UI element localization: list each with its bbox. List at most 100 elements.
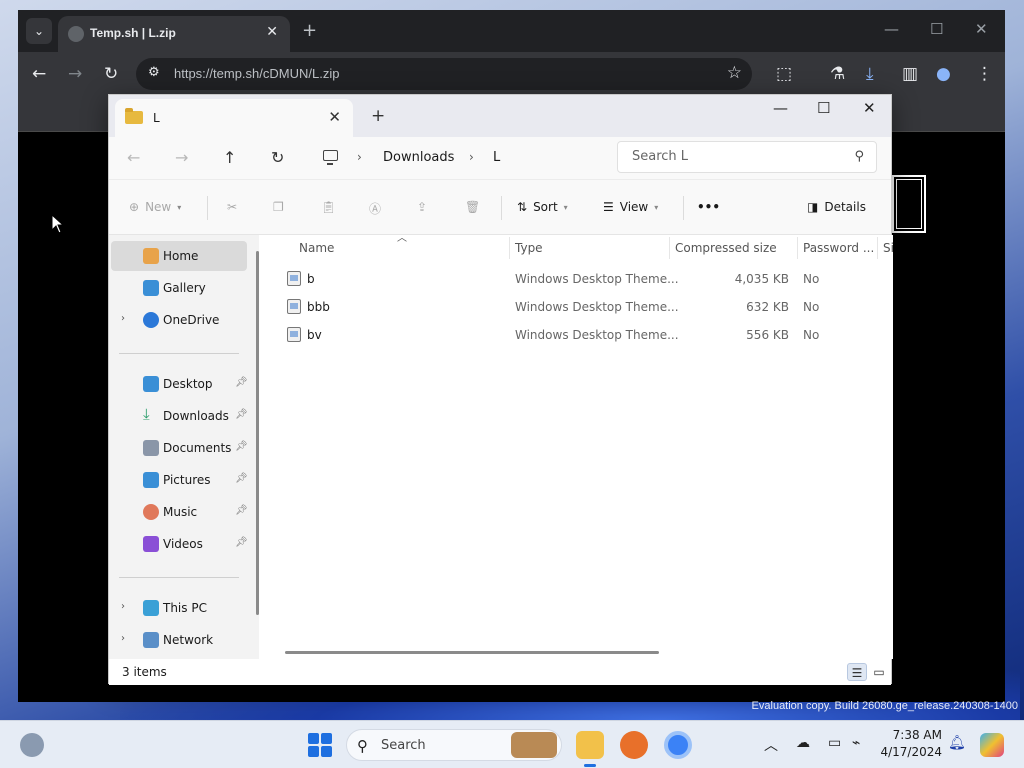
url-text[interactable]: https://temp.sh/cDMUN/L.zip	[174, 66, 339, 81]
sort-button[interactable]: ⇅ Sort ▾	[517, 200, 568, 214]
chrome-icon[interactable]	[664, 731, 692, 759]
minimize-icon[interactable]: —	[884, 20, 899, 38]
close-tab-icon[interactable]: ✕	[328, 108, 341, 126]
explorer-tab[interactable]: L ✕	[115, 99, 353, 137]
column-header-type[interactable]: Type	[515, 241, 543, 255]
weather-widget-icon[interactable]	[20, 733, 44, 757]
maximize-icon[interactable]: ☐	[930, 20, 943, 38]
maximize-icon[interactable]: ☐	[817, 99, 830, 117]
bookmark-star-icon[interactable]: ☆	[727, 63, 742, 83]
file-explorer-taskbar-icon[interactable]	[576, 731, 604, 767]
share-icon[interactable]: ⇪	[417, 200, 427, 214]
copy-icon[interactable]: ❐	[273, 200, 284, 214]
chevron-right-icon[interactable]: ›	[357, 150, 362, 164]
chevron-right-icon[interactable]: ›	[121, 313, 125, 324]
sidebar-item-music[interactable]: Music 📌︎	[111, 497, 248, 527]
divider	[207, 196, 208, 220]
details-button[interactable]: ◨ Details	[807, 200, 866, 214]
item-count: 3 items	[122, 665, 167, 679]
windows-logo-tile	[308, 746, 319, 757]
breadcrumb-l[interactable]: L	[493, 150, 500, 165]
extensions-icon[interactable]: ⬚	[776, 64, 792, 84]
new-tab-button[interactable]: +	[302, 20, 317, 41]
sidebar-item-documents[interactable]: Documents 📌︎	[111, 433, 248, 463]
sidebar-item-desktop[interactable]: Desktop 📌︎	[111, 369, 248, 399]
chevron-up-icon[interactable]: ︿	[764, 735, 778, 755]
network-status-icon[interactable]: ⌁	[852, 735, 860, 751]
firefox-icon[interactable]	[620, 731, 648, 759]
network-icon	[143, 632, 159, 648]
column-divider[interactable]	[797, 237, 798, 259]
column-divider[interactable]	[669, 237, 670, 259]
close-window-icon[interactable]: ✕	[975, 20, 988, 38]
column-header-password[interactable]: Password ...	[803, 241, 874, 255]
rename-icon[interactable]: Ⓐ	[369, 200, 381, 217]
breadcrumb-downloads[interactable]: Downloads	[383, 150, 454, 165]
file-size: 556 KB	[746, 328, 789, 342]
column-header-name[interactable]: Name	[299, 241, 334, 255]
file-row[interactable]: b Windows Desktop Theme... 4,035 KB No	[267, 265, 893, 293]
minimize-icon[interactable]: —	[773, 99, 788, 117]
file-size: 632 KB	[746, 300, 789, 314]
notification-bell-icon[interactable]: 🔔︎	[948, 735, 966, 751]
cloud-offline-icon[interactable]: ☁	[796, 735, 810, 751]
file-row[interactable]: bv Windows Desktop Theme... 556 KB No	[267, 321, 893, 349]
copilot-icon[interactable]	[980, 733, 1004, 757]
tiles-view-icon[interactable]: ▭	[869, 663, 889, 681]
address-bar[interactable]: ⚙ https://temp.sh/cDMUN/L.zip ☆	[136, 58, 752, 90]
browser-tab[interactable]: Temp.sh | L.zip ✕	[58, 16, 290, 52]
display-icon[interactable]: ▭	[828, 735, 841, 751]
sidebar-item-videos[interactable]: Videos 📌︎	[111, 529, 248, 559]
taskbar-search[interactable]: ⚲ Search	[346, 729, 562, 761]
sidebar-scrollbar[interactable]	[256, 251, 259, 615]
sidebar-item-onedrive[interactable]: › OneDrive	[111, 305, 247, 335]
sidebar-item-home[interactable]: Home	[111, 241, 247, 271]
cut-icon[interactable]: ✂	[227, 200, 237, 214]
breadcrumb[interactable]: › Downloads › L	[315, 142, 609, 174]
back-icon[interactable]: ←	[32, 64, 46, 84]
chevron-right-icon[interactable]: ›	[121, 633, 125, 644]
side-panel-icon[interactable]: ▥	[902, 64, 918, 84]
horizontal-scrollbar[interactable]	[285, 651, 659, 654]
tab-search-button[interactable]: ⌄	[26, 18, 52, 44]
clock-time: 7:38 AM	[892, 728, 942, 742]
column-header-size[interactable]: Si	[883, 241, 894, 255]
windows-logo-tile	[308, 733, 319, 744]
new-button[interactable]: ⊕ New ▾	[129, 200, 181, 214]
view-button[interactable]: ☰ View ▾	[603, 200, 658, 214]
site-info-icon[interactable]: ⚙	[148, 65, 160, 80]
forward-icon[interactable]: →	[68, 64, 82, 84]
menu-icon[interactable]: ⋮	[976, 64, 993, 84]
close-window-icon[interactable]: ✕	[863, 99, 876, 117]
chevron-right-icon[interactable]: ›	[469, 150, 474, 164]
back-icon[interactable]: ←	[127, 148, 140, 167]
sidebar-item-gallery[interactable]: Gallery	[111, 273, 247, 303]
system-clock[interactable]: 7:38 AM 4/17/2024	[880, 727, 942, 761]
search-input[interactable]: Search L ⚲	[617, 141, 877, 173]
details-view-icon[interactable]: ☰	[847, 663, 867, 681]
reload-icon[interactable]: ↻	[104, 64, 118, 84]
new-tab-button[interactable]: +	[371, 106, 385, 126]
close-tab-icon[interactable]: ✕	[266, 24, 278, 40]
forward-icon[interactable]: →	[175, 148, 188, 167]
more-options-button[interactable]: •••	[697, 200, 720, 214]
column-header-compressed-size[interactable]: Compressed size	[675, 241, 777, 255]
profile-icon[interactable]: ●	[936, 64, 951, 84]
file-row[interactable]: bbb Windows Desktop Theme... 632 KB No	[267, 293, 893, 321]
sidebar-item-network[interactable]: › Network	[111, 625, 247, 655]
paste-icon[interactable]: 📋︎	[321, 200, 336, 214]
globe-icon	[68, 26, 84, 42]
labs-icon[interactable]: ⚗	[830, 64, 845, 84]
sidebar-item-downloads[interactable]: ⤓ Downloads 📌︎	[111, 401, 248, 431]
sidebar-item-pictures[interactable]: Pictures 📌︎	[111, 465, 248, 495]
sidebar-item-this-pc[interactable]: › This PC	[111, 593, 247, 623]
refresh-icon[interactable]: ↻	[271, 148, 284, 167]
download-icon[interactable]: ⤓	[866, 64, 874, 84]
file-password: No	[803, 328, 820, 342]
chevron-right-icon[interactable]: ›	[121, 601, 125, 612]
column-divider[interactable]	[509, 237, 510, 259]
start-button[interactable]	[308, 733, 332, 757]
delete-icon[interactable]: 🗑︎	[465, 200, 480, 214]
column-divider[interactable]	[877, 237, 878, 259]
up-icon[interactable]: ↑	[223, 148, 236, 167]
